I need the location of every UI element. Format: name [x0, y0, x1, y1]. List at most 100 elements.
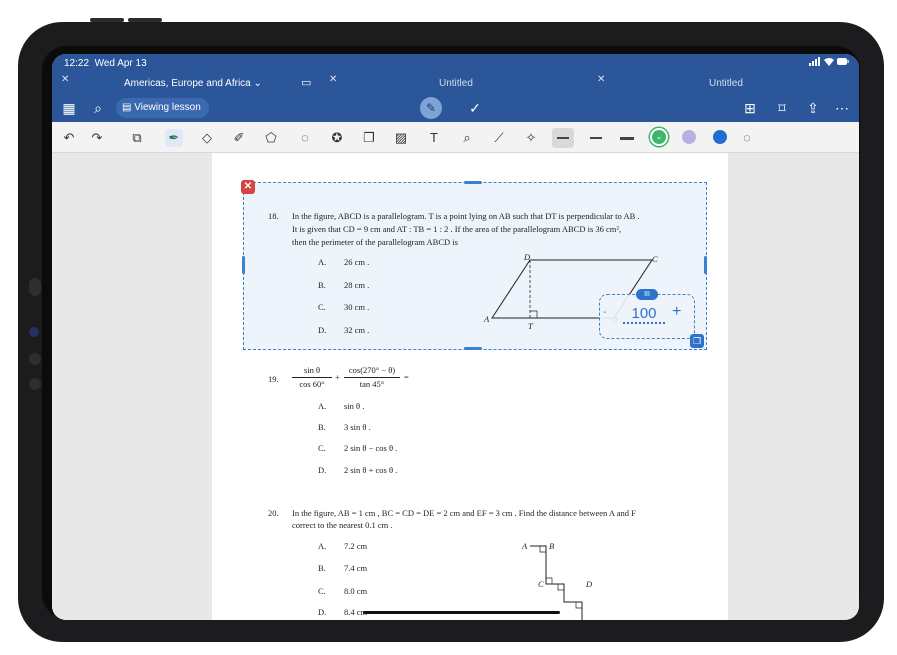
ribbon: ▦ ⌕ ▤ Viewing lesson ✎ ✓ ⊞ ⌑ ⇪ ⋯ [52, 94, 859, 122]
app-screen: 12:22 Wed Apr 13 ✕ Americas, Europe and … [52, 54, 859, 620]
q19-equals: = [404, 372, 409, 382]
q20-option-a: 7.2 cm [344, 541, 368, 551]
viewing-lesson-button[interactable]: ▤ Viewing lesson [116, 98, 209, 118]
q19-option-a-letter: A. [318, 401, 327, 411]
q19-option-c-letter: C. [318, 443, 326, 453]
undo-icon[interactable]: ↶ [60, 129, 78, 147]
pen-icon[interactable]: ✒ [165, 129, 183, 147]
q20-option-b: 7.4 cm [344, 563, 368, 573]
document-icon: ▤ [122, 102, 132, 113]
q18-number: 18. [268, 211, 279, 221]
magic-pen-icon[interactable]: ✧ [522, 129, 540, 147]
sticker-icon[interactable]: ✪ [328, 129, 346, 147]
q19-denominator-1: cos 60° [299, 379, 325, 389]
q18-line-3: then the perimeter of the parallelogram … [292, 237, 458, 247]
zoom-out-button[interactable]: - [603, 307, 606, 318]
color-blue-swatch[interactable] [713, 130, 727, 144]
more-icon[interactable]: ⋯ [833, 99, 851, 117]
eraser-icon[interactable]: ◇ [198, 129, 216, 147]
lasso-icon[interactable]: ◌ [296, 129, 314, 147]
bookmark-icon[interactable]: ⌑ [773, 99, 791, 117]
q18-line-2: It is given that CD = 9 cm and AT : TB =… [292, 224, 622, 234]
q20-option-c-letter: C. [318, 586, 326, 596]
close-tab-3-icon[interactable]: ✕ [597, 74, 605, 85]
close-tab-2-icon[interactable]: ✕ [329, 74, 337, 85]
q20-option-d-letter: D. [318, 607, 327, 617]
stroke-thin-icon [557, 137, 569, 139]
highlighter-icon[interactable]: ✐ [230, 129, 248, 147]
q20-label-c: C [538, 579, 544, 589]
side-dot-2 [29, 378, 41, 390]
q19-fraction-bar-2 [344, 377, 400, 378]
selection-handle-top[interactable] [464, 181, 482, 184]
q19-option-b-letter: B. [318, 422, 326, 432]
q18-option-a-letter: A. [318, 257, 327, 267]
q18-option-c-letter: C. [318, 302, 326, 312]
selection-handle-bottom[interactable] [464, 347, 482, 350]
q18-label-d: D [524, 252, 531, 262]
pen-mode-button[interactable]: ✎ [420, 97, 442, 119]
zoom-value[interactable]: 100 [623, 305, 665, 324]
new-window-icon[interactable]: ▭ [301, 76, 311, 89]
q18-option-b: 28 cm . [344, 280, 370, 290]
q20-option-a-letter: A. [318, 541, 327, 551]
signal-wifi-battery-icon [809, 57, 849, 70]
selection-handle-left[interactable] [242, 256, 245, 274]
ruler-icon[interactable]: ⟋ [490, 129, 508, 147]
q19-option-b: 3 sin θ . [344, 422, 371, 432]
text-box-icon[interactable]: T [425, 129, 443, 147]
image-search-icon[interactable]: ⌕ [458, 129, 476, 147]
tab-americas[interactable]: Americas, Europe and Africa ⌄ [124, 74, 262, 94]
q20-label-b: B [549, 541, 555, 551]
add-page-icon[interactable]: ⊞ [741, 99, 759, 117]
share-icon[interactable]: ⇪ [804, 99, 822, 117]
q18-option-d-letter: D. [318, 325, 327, 335]
q19-denominator-2: tan 45° [359, 379, 385, 389]
viewing-lesson-label: Viewing lesson [134, 102, 201, 113]
zoom-control: III - 100 + [599, 289, 695, 339]
q19-numerator-2: cos(270° − θ) [348, 365, 396, 375]
tab-untitled-2[interactable]: Untitled [709, 74, 743, 94]
q19-numerator-1: sin θ [303, 365, 321, 375]
lasso-image-icon[interactable]: ⧉ [128, 129, 146, 147]
copy-icon[interactable]: ❐ [360, 129, 378, 147]
delete-selection-icon[interactable]: ✕ [241, 180, 255, 194]
q18-option-a: 26 cm . [344, 257, 370, 267]
q18-label-c: C [652, 254, 658, 264]
q19-option-a: sin θ . [344, 401, 365, 411]
duplicate-selection-icon[interactable]: ❐ [690, 334, 704, 348]
stroke-thick-icon[interactable] [620, 137, 634, 140]
status-time: 12:22 Wed Apr 13 [64, 58, 147, 69]
side-button [29, 278, 41, 296]
redo-icon[interactable]: ↷ [88, 129, 106, 147]
tab-untitled-1[interactable]: Untitled [439, 74, 473, 94]
checkmark-pen-icon[interactable]: ✓ [466, 99, 484, 117]
q20-number: 20. [268, 508, 279, 518]
q19-option-d: 2 sin θ + cos θ . [344, 465, 398, 475]
home-indicator[interactable] [363, 611, 560, 614]
q19-option-c: 2 sin θ − cos θ . [344, 443, 398, 453]
q20-line-1: In the figure, AB = 1 cm , BC = CD = DE … [292, 508, 636, 518]
q18-option-b-letter: B. [318, 280, 326, 290]
close-tab-icon[interactable]: ✕ [61, 74, 69, 85]
search-icon[interactable]: ⌕ [89, 99, 107, 117]
q18-option-d: 32 cm . [344, 325, 370, 335]
volume-button-top-2 [128, 18, 162, 22]
q18-line-1: In the figure, ABCD is a parallelogram. … [292, 211, 640, 221]
chevron-down-icon: ⌄ [253, 78, 262, 89]
color-green-swatch[interactable]: ⌄ [652, 130, 666, 144]
stroke-medium-icon[interactable] [590, 137, 602, 139]
image-icon[interactable]: ▨ [392, 129, 410, 147]
shapes-icon[interactable]: ⬠ [262, 129, 280, 147]
q20-line-2: correct to the nearest 0.1 cm . [292, 520, 393, 530]
selection-handle-right[interactable] [704, 256, 707, 274]
zoom-in-button[interactable]: + [672, 303, 681, 321]
add-color-icon[interactable]: ◌ [738, 129, 756, 147]
grid-icon[interactable]: ▦ [60, 99, 78, 117]
q18-label-a: A [484, 314, 490, 324]
status-bar: 12:22 Wed Apr 13 [52, 54, 859, 74]
side-dot-1 [29, 353, 41, 365]
color-lavender-swatch[interactable] [682, 130, 696, 144]
drawing-toolbar: ↶ ↷ ⧉ ✒ ◇ ✐ ⬠ ◌ ✪ ❐ ▨ T ⌕ ⟋ ✧ ⌄ ◌ [52, 122, 859, 153]
zoom-drag-handle[interactable]: III [636, 289, 658, 300]
